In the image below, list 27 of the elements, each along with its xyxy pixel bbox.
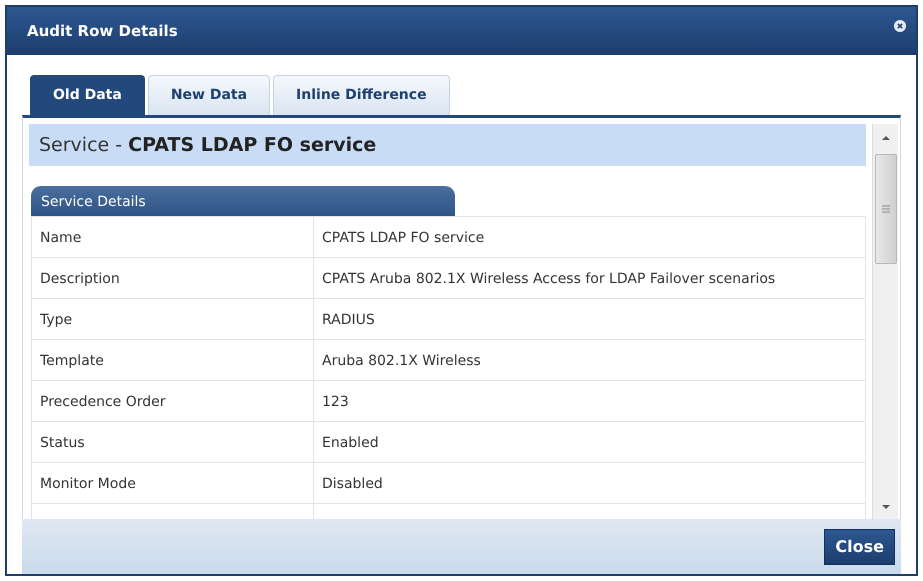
field-value: CPATS LDAP FO service	[322, 230, 484, 246]
field-label: Monitor Mode	[40, 476, 136, 492]
scroll-thumb[interactable]	[874, 154, 896, 264]
field-label: Type	[40, 312, 72, 328]
field-label: Name	[40, 230, 82, 246]
window-title: Audit Row Details	[27, 20, 178, 42]
grip-icon	[880, 204, 890, 214]
scroll-up-icon[interactable]	[880, 134, 890, 142]
close-button[interactable]: Close	[824, 528, 895, 564]
scrollbar[interactable]	[872, 124, 898, 519]
field-value: CPATS Aruba 802.1X Wireless Access for LDAP Failover scenarios	[322, 271, 776, 287]
tab[interactable]: Old Data	[30, 75, 145, 115]
close-icon[interactable]	[894, 20, 906, 32]
field-value: Enabled	[322, 435, 379, 451]
field-label: Status	[40, 435, 85, 451]
field-value: Disabled	[322, 476, 383, 492]
service-title: Service - CPATS LDAP FO service	[39, 132, 376, 158]
field-label: Template	[40, 353, 104, 369]
section-title: Service Details	[41, 193, 146, 212]
tab[interactable]: New Data	[148, 75, 270, 115]
scroll-down-icon[interactable]	[880, 503, 890, 511]
field-value: 123	[322, 394, 349, 410]
field-value: Aruba 802.1X Wireless	[322, 353, 481, 369]
field-label: Precedence Order	[40, 394, 166, 410]
field-value: RADIUS	[322, 312, 375, 328]
tab[interactable]: Inline Difference	[273, 75, 450, 115]
field-label: Description	[40, 271, 120, 287]
